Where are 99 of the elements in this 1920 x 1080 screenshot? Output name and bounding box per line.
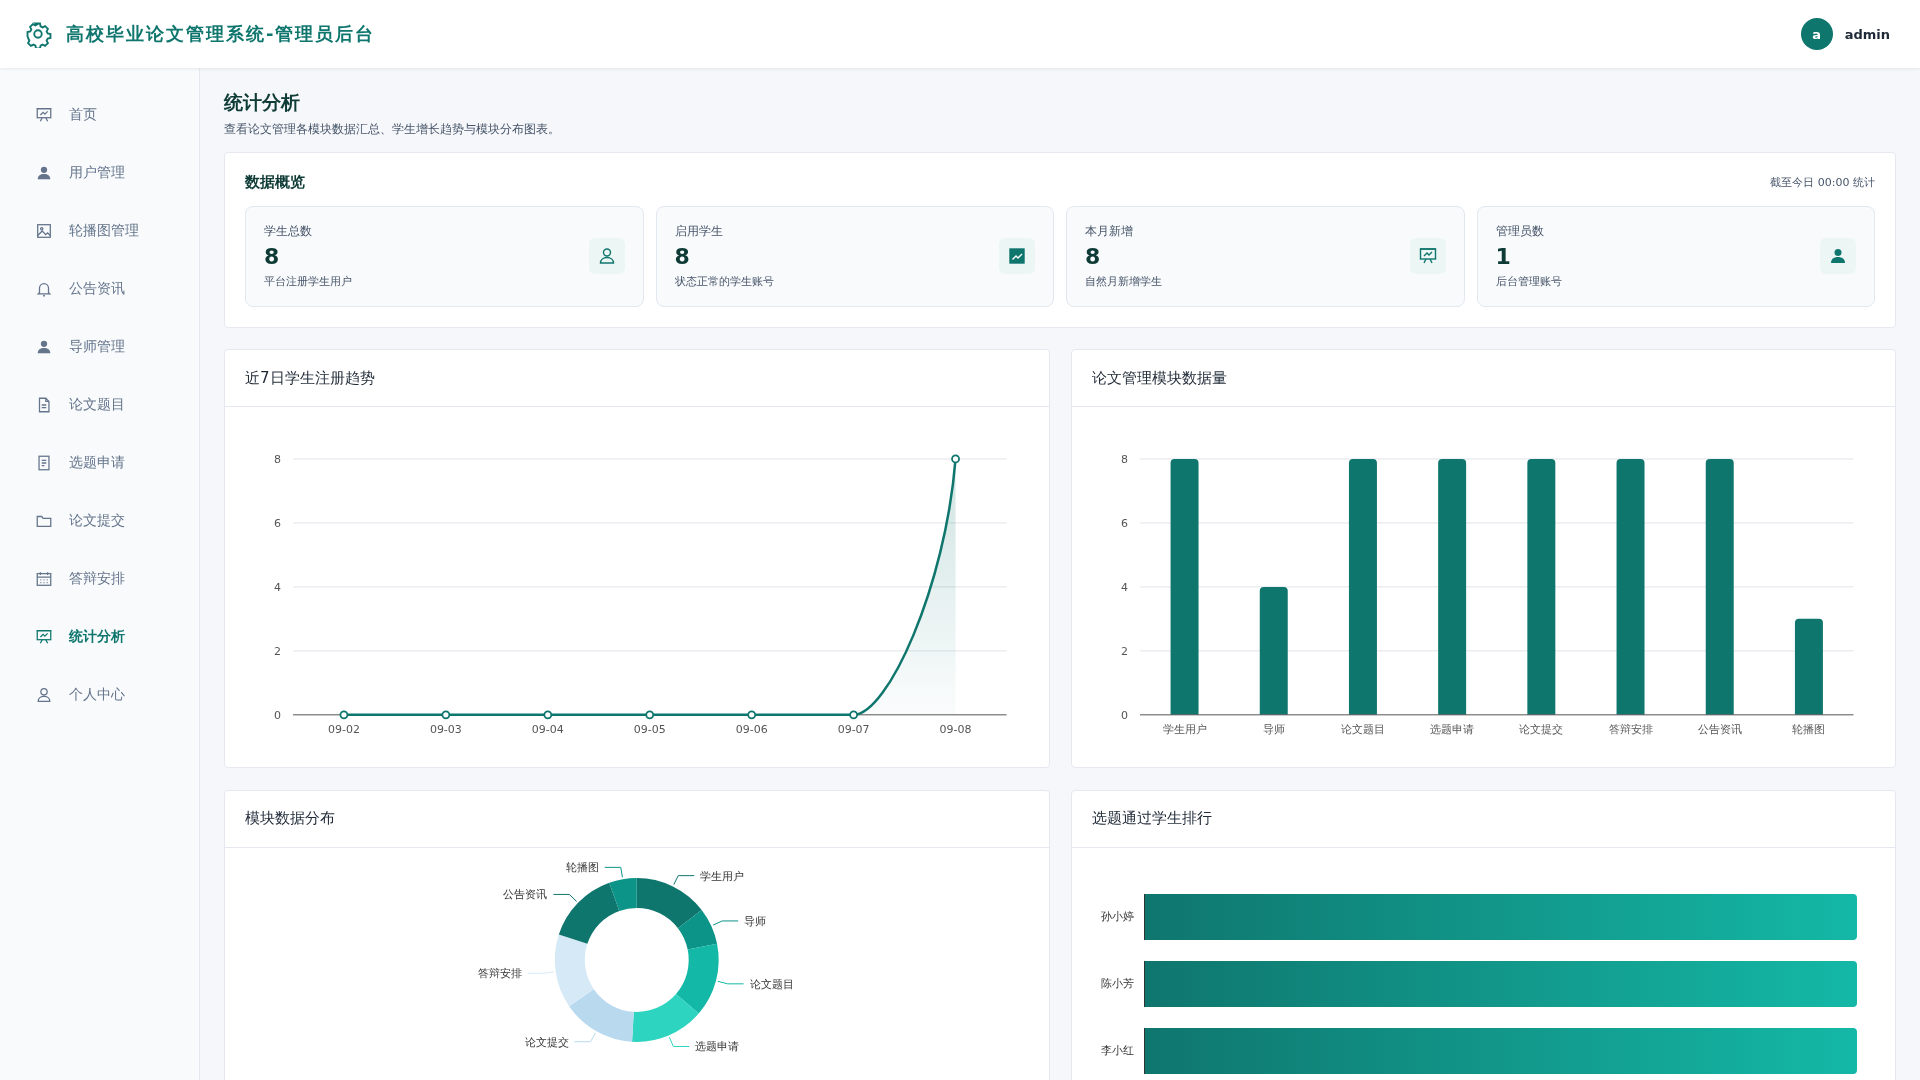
stat-value: 1 xyxy=(1495,244,1512,270)
stat-label: 学生总数 xyxy=(264,222,313,240)
bell-icon xyxy=(35,280,53,298)
user-outline-icon xyxy=(588,238,625,274)
data-point xyxy=(543,710,553,720)
panel-title: 数据概览 xyxy=(245,172,305,192)
axis-label: 答辩安排 xyxy=(1608,722,1653,736)
panel-title: 模块数据分布 xyxy=(245,809,335,829)
leader-line xyxy=(604,866,623,878)
stat-label: 本月新增 xyxy=(1085,222,1134,240)
calendar-icon xyxy=(35,570,53,588)
axis-label: 论文提交 xyxy=(1518,722,1563,736)
stat-label: 启用学生 xyxy=(674,222,724,240)
axis-label: 8 xyxy=(273,453,281,467)
sidebar-item[interactable]: 轮播图管理 xyxy=(0,202,199,260)
axis-label: 选题申请 xyxy=(1429,722,1474,736)
axis-label: 4 xyxy=(273,580,281,594)
user-avatar[interactable]: a xyxy=(1800,18,1833,50)
sidebar-item[interactable]: 论文题目 xyxy=(0,376,199,434)
axis-label: 09-07 xyxy=(837,722,870,736)
axis-label: 6 xyxy=(273,517,281,530)
axis-label: 学生用户 xyxy=(1162,722,1207,736)
user-solid-icon xyxy=(35,338,53,356)
axis-label: 09-04 xyxy=(531,722,564,736)
axis-label: 09-05 xyxy=(633,722,666,736)
slice-label: 选题申请 xyxy=(695,1040,740,1054)
student-name: 李小红 xyxy=(1099,1043,1134,1059)
user-outline-icon xyxy=(35,686,53,704)
sidebar-item[interactable]: 论文提交 xyxy=(0,492,199,550)
user-solid-icon xyxy=(35,164,53,182)
leader-line xyxy=(552,893,578,902)
leader-line xyxy=(717,980,745,985)
axis-label: 2 xyxy=(273,644,281,658)
board-icon xyxy=(35,628,53,646)
leader-line xyxy=(527,971,555,974)
stat-label: 管理员数 xyxy=(1495,222,1545,240)
page-subtitle: 查看论文管理各模块数据汇总、学生增长趋势与模块分布图表。 xyxy=(224,120,561,138)
sidebar-item[interactable]: 用户管理 xyxy=(0,144,199,202)
image-icon xyxy=(35,222,53,240)
user-solid-icon xyxy=(1820,238,1856,274)
stat-description: 平台注册学生用户 xyxy=(264,274,352,290)
slice-label: 轮播图 xyxy=(565,861,599,875)
slice-label: 导师 xyxy=(744,914,767,928)
list-icon xyxy=(35,454,53,472)
panel-title: 近7日学生注册趋势 xyxy=(245,368,375,388)
student-name: 陈小芳 xyxy=(1099,976,1134,992)
sidebar-item[interactable]: 个人中心 xyxy=(0,666,199,724)
leader-line xyxy=(668,1036,690,1047)
trend-chart-icon xyxy=(999,238,1035,274)
data-point xyxy=(441,710,451,720)
axis-label: 2 xyxy=(1120,644,1128,658)
axis-label: 09-06 xyxy=(735,722,768,736)
axis-label: 4 xyxy=(1120,580,1128,594)
stat-description: 自然月新增学生 xyxy=(1085,274,1162,290)
data-point xyxy=(747,710,757,720)
slice-label: 公告资讯 xyxy=(503,888,548,902)
data-point xyxy=(849,710,858,720)
leader-line xyxy=(712,920,739,926)
page-title: 统计分析 xyxy=(224,92,301,113)
axis-label: 论文题目 xyxy=(1340,722,1385,736)
stat-description: 后台管理账号 xyxy=(1495,274,1562,290)
slice-label: 学生用户 xyxy=(700,869,745,883)
sidebar-item[interactable]: 统计分析 xyxy=(0,608,199,666)
stats-note: 截至今日 00:00 统计 xyxy=(1770,174,1875,190)
sidebar-item[interactable]: 答辩安排 xyxy=(0,550,199,608)
board-icon xyxy=(1409,238,1446,274)
slice-label: 论文提交 xyxy=(524,1035,569,1049)
data-point xyxy=(951,454,960,464)
leader-line xyxy=(574,1032,596,1043)
axis-label: 8 xyxy=(1120,453,1128,467)
username[interactable]: admin xyxy=(1844,26,1890,42)
stat-description: 状态正常的学生账号 xyxy=(674,274,774,290)
slice-label: 论文题目 xyxy=(749,977,794,991)
axis-label: 轮播图 xyxy=(1791,722,1825,736)
sidebar-item[interactable]: 导师管理 xyxy=(0,318,199,376)
axis-label: 09-03 xyxy=(429,722,462,736)
stat-value: 8 xyxy=(1085,244,1102,270)
board-icon xyxy=(35,106,53,124)
leader-line xyxy=(673,875,695,885)
app-title: 高校毕业论文管理系统-管理员后台 xyxy=(66,22,376,46)
axis-label: 0 xyxy=(1120,708,1128,722)
axis-label: 导师 xyxy=(1262,722,1285,736)
panel-title: 选题通过学生排行 xyxy=(1091,809,1212,829)
axis-label: 09-02 xyxy=(327,722,360,736)
axis-label: 公告资讯 xyxy=(1697,722,1742,736)
data-point xyxy=(339,710,349,720)
stat-value: 8 xyxy=(674,244,691,270)
sidebar-item[interactable]: 公告资讯 xyxy=(0,260,199,318)
slice-label: 答辩安排 xyxy=(477,967,522,981)
axis-label: 09-08 xyxy=(939,722,972,736)
stat-value: 8 xyxy=(264,244,281,270)
settings-icon xyxy=(24,20,52,48)
axis-label: 0 xyxy=(273,708,281,722)
student-name: 孙小婷 xyxy=(1099,909,1134,925)
sidebar-item[interactable]: 选题申请 xyxy=(0,434,199,492)
panel-title: 论文管理模块数据量 xyxy=(1091,368,1227,388)
data-point xyxy=(645,710,655,720)
axis-label: 6 xyxy=(1120,517,1128,530)
sidebar-item[interactable]: 首页 xyxy=(0,86,199,144)
